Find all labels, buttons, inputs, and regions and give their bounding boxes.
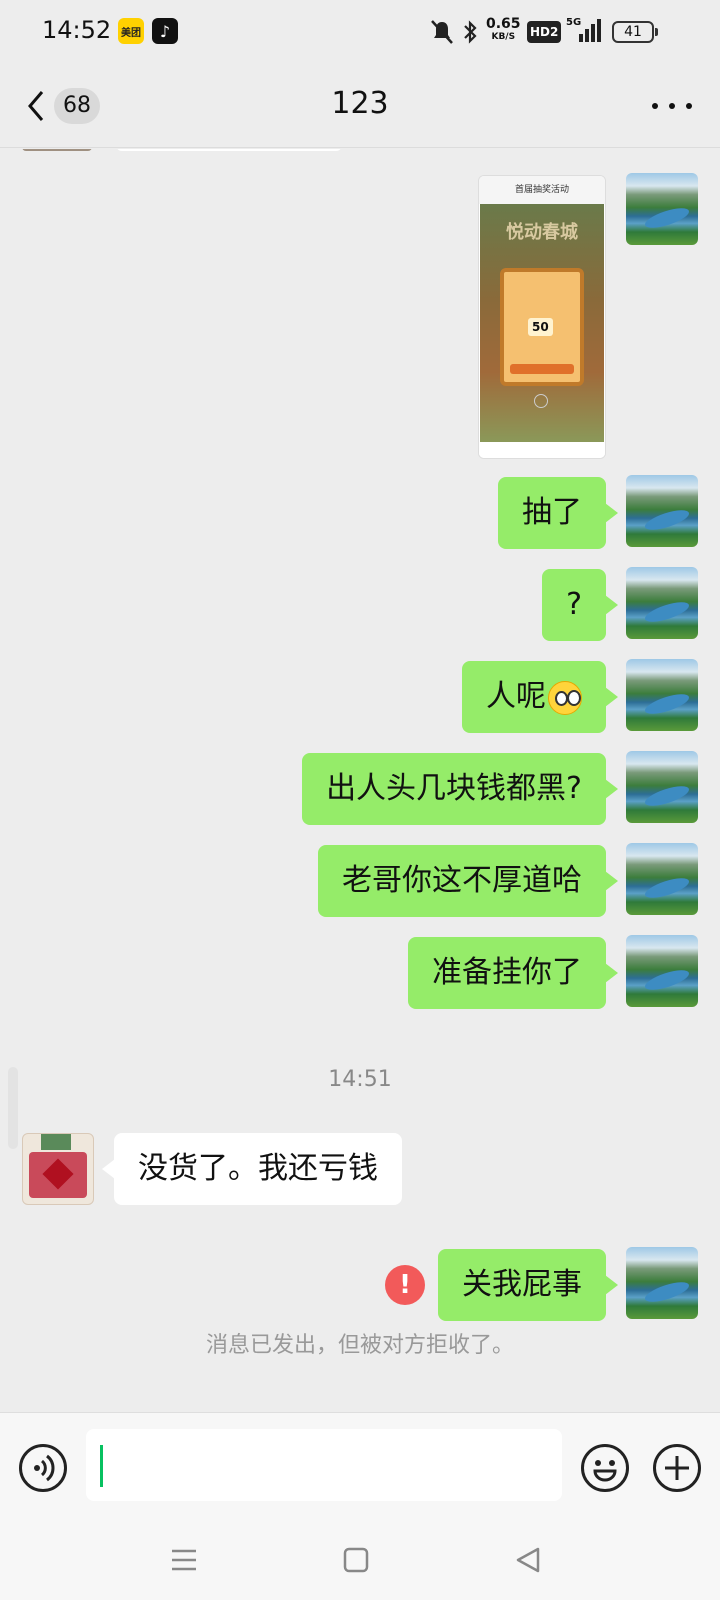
- nav-home-button[interactable]: [334, 1538, 378, 1582]
- menu-icon: [172, 1549, 196, 1571]
- message-text: 人呢: [486, 679, 546, 714]
- nav-back-button[interactable]: [506, 1538, 550, 1582]
- mute-icon: [430, 14, 454, 50]
- message-bubble[interactable]: 老哥你这不厚道哈: [318, 845, 618, 917]
- input-bar: [0, 1412, 720, 1522]
- avatar-me[interactable]: [626, 751, 698, 823]
- image-title: 悦动春城: [506, 222, 578, 243]
- chat-title: 123: [331, 86, 389, 121]
- more-dots-icon: [652, 103, 658, 109]
- signal-icon: [565, 18, 605, 48]
- message-list[interactable]: 首届抽奖活动 悦动春城 50 抽了 ? 人呢 出人头几块钱都黑? 老哥你这不厚道…: [0, 149, 720, 1412]
- avatar-me[interactable]: [626, 659, 698, 731]
- nav-menu-button[interactable]: [162, 1538, 206, 1582]
- emoji-icon: [593, 1460, 617, 1482]
- network-speed-value: 0.65: [486, 16, 521, 32]
- battery-icon: 41: [612, 21, 658, 43]
- avatar-me[interactable]: [626, 1247, 698, 1319]
- hd-badge: HD2: [527, 21, 562, 43]
- avatar-other-partial[interactable]: [22, 149, 92, 151]
- message-bubble[interactable]: 出人头几块钱都黑?: [302, 753, 618, 825]
- avatar-other[interactable]: [22, 1133, 94, 1205]
- image-message[interactable]: 首届抽奖活动 悦动春城 50: [478, 175, 606, 459]
- message-bubble-partial[interactable]: [116, 149, 342, 151]
- system-note: 消息已发出，但被对方拒收了。: [205, 1333, 514, 1358]
- network-speed: 0.65 KB/S: [486, 17, 521, 43]
- system-nav-bar: [0, 1522, 720, 1600]
- image-prize-amount: 50: [528, 318, 553, 336]
- avatar-me[interactable]: [626, 173, 698, 245]
- message-bubble-other[interactable]: 没货了。我还亏钱: [102, 1133, 402, 1205]
- message-timestamp: 14:51: [328, 1067, 392, 1092]
- error-icon[interactable]: !: [385, 1265, 425, 1305]
- image-content: 悦动春城 50: [480, 204, 604, 444]
- image-close-icon: [534, 394, 548, 408]
- message-bubble[interactable]: 准备挂你了: [408, 937, 618, 1009]
- avatar-me[interactable]: [626, 935, 698, 1007]
- image-prize-card: 50: [500, 268, 584, 386]
- avatar-me[interactable]: [626, 567, 698, 639]
- status-time: 14:52: [42, 16, 112, 44]
- home-icon: [343, 1547, 369, 1573]
- more-button[interactable]: [652, 92, 692, 120]
- status-bar: 14:52 美团 ♪ 0.65 KB/S HD2 5G 41: [0, 0, 720, 64]
- text-caret: [100, 1445, 103, 1487]
- image-top-text: 首届抽奖活动: [479, 176, 605, 204]
- avatar-me[interactable]: [626, 475, 698, 547]
- surprised-emoji-icon: [548, 680, 582, 715]
- message-bubble-failed[interactable]: 关我屁事: [438, 1249, 618, 1321]
- message-bubble[interactable]: ?: [542, 569, 618, 641]
- tiktok-app-icon: ♪: [152, 18, 178, 44]
- meituan-app-icon: 美团: [118, 18, 144, 44]
- bluetooth-icon: [462, 14, 478, 50]
- emoji-button[interactable]: [581, 1444, 629, 1492]
- plus-icon: [665, 1456, 689, 1480]
- message-bubble[interactable]: 人呢: [462, 661, 618, 733]
- chat-header: 68 123: [0, 64, 720, 148]
- image-prize-button: [510, 364, 574, 374]
- message-input[interactable]: [86, 1429, 562, 1501]
- triangle-back-icon: [516, 1547, 540, 1573]
- message-bubble[interactable]: 抽了: [498, 477, 618, 549]
- voice-icon: [34, 1454, 55, 1482]
- plus-button[interactable]: [653, 1444, 701, 1492]
- avatar-me[interactable]: [626, 843, 698, 915]
- voice-button[interactable]: [19, 1444, 67, 1492]
- network-speed-unit: KB/S: [491, 32, 516, 42]
